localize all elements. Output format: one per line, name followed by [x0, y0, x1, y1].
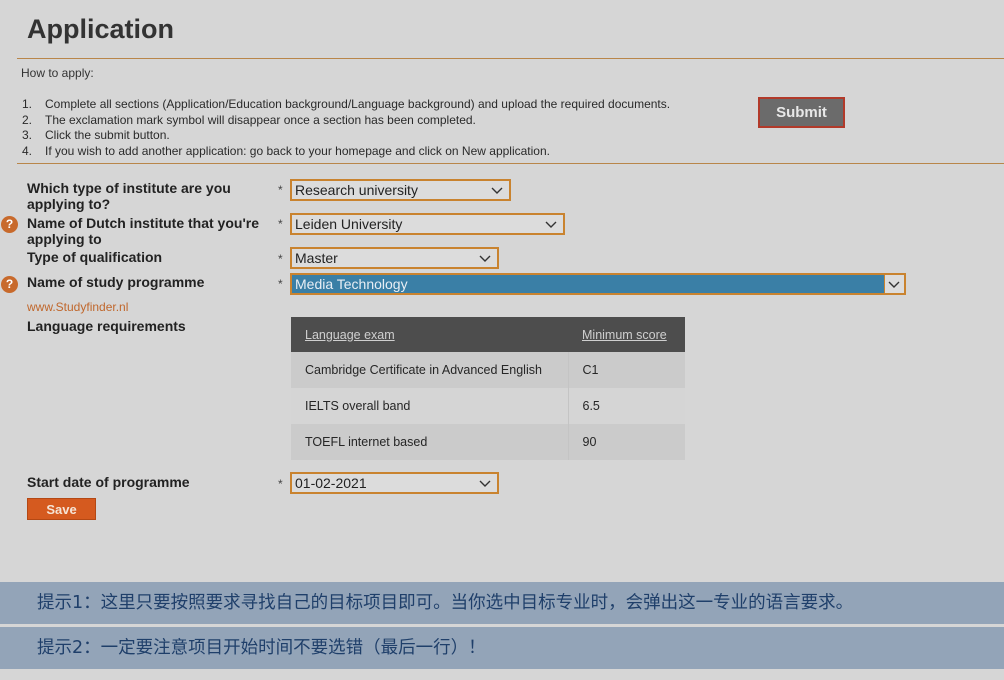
selected-value: Research university — [295, 182, 418, 198]
institute-type-select[interactable]: Research university — [290, 179, 511, 201]
dutch-institute-label: Name of Dutch institute that you're appl… — [27, 215, 259, 247]
step-text: Click the submit button. — [45, 128, 170, 142]
language-requirements-label: Language requirements — [27, 318, 186, 334]
language-requirements-table: Language exam Minimum score Cambridge Ce… — [291, 317, 685, 460]
table-cell: Cambridge Certificate in Advanced Englis… — [291, 352, 569, 388]
step-number: 2. — [22, 112, 33, 127]
table-row: TOEFL internet based 90 — [291, 424, 685, 460]
table-row: IELTS overall band 6.5 — [291, 388, 685, 424]
study-programme-select[interactable]: Media Technology — [290, 273, 906, 295]
chevron-down-icon — [545, 221, 557, 228]
selected-value: Master — [295, 250, 338, 266]
required-asterisk: * — [278, 183, 283, 197]
divider — [17, 58, 1004, 59]
required-asterisk: * — [278, 277, 283, 291]
selected-value: Media Technology — [295, 276, 408, 292]
qualification-select[interactable]: Master — [290, 247, 499, 269]
study-programme-label: Name of study programme — [27, 274, 205, 290]
submit-button[interactable]: Submit — [758, 97, 845, 128]
table-cell: IELTS overall band — [291, 388, 569, 424]
step-number: 1. — [22, 97, 33, 111]
start-date-select[interactable]: 01-02-2021 — [290, 472, 499, 494]
table-header-row: Language exam Minimum score — [291, 317, 685, 352]
step-text: If you wish to add another application: … — [45, 143, 550, 158]
chevron-down-icon — [479, 255, 491, 262]
help-icon[interactable]: ? — [1, 216, 18, 233]
label-line: applying to? — [27, 196, 111, 212]
how-to-apply-title: How to apply: — [21, 66, 94, 80]
institute-type-label: Which type of institute are you applying… — [27, 180, 231, 212]
instruction-step: 1. Complete all sections (Application/Ed… — [22, 97, 670, 113]
chevron-down-icon — [491, 187, 503, 194]
step-number: 4. — [22, 143, 33, 158]
column-header-language-exam[interactable]: Language exam — [291, 317, 568, 352]
required-asterisk: * — [278, 217, 283, 231]
instruction-step: 4. If you wish to add another applicatio… — [22, 144, 670, 160]
selected-value: 01-02-2021 — [295, 475, 367, 491]
table-cell: TOEFL internet based — [291, 424, 569, 460]
label-line: applying to — [27, 231, 102, 247]
hint-banner: 提示2：一定要注意项目开始时间不要选错（最后一行）！ — [0, 627, 1004, 669]
label-line: Name of Dutch institute that you're — [27, 215, 260, 231]
divider — [17, 163, 1004, 164]
label-line: Which type of institute are you — [27, 180, 231, 196]
hint-banner: 提示1：这里只要按照要求寻找自己的目标项目即可。当你选中目标专业时，会弹出这一专… — [0, 582, 1004, 624]
start-date-label: Start date of programme — [27, 474, 190, 490]
table-row: Cambridge Certificate in Advanced Englis… — [291, 352, 685, 388]
table-cell: 6.5 — [568, 388, 685, 424]
studyfinder-link[interactable]: www.Studyfinder.nl — [27, 300, 128, 314]
instruction-step: 2. The exclamation mark symbol will disa… — [22, 113, 670, 129]
required-asterisk: * — [278, 252, 283, 266]
help-icon[interactable]: ? — [1, 276, 18, 293]
step-text: Complete all sections (Application/Educa… — [45, 97, 671, 111]
chevron-down-icon — [888, 281, 900, 288]
table-cell: 90 — [568, 424, 685, 460]
instruction-steps: 1. Complete all sections (Application/Ed… — [22, 97, 670, 159]
table-cell: C1 — [568, 352, 685, 388]
step-number: 3. — [22, 128, 33, 142]
dutch-institute-select[interactable]: Leiden University — [290, 213, 565, 235]
instruction-step: 3. Click the submit button. — [22, 128, 670, 144]
step-text: The exclamation mark symbol will disappe… — [45, 112, 476, 127]
page-title: Application — [27, 14, 174, 44]
chevron-down-icon — [479, 480, 491, 487]
required-asterisk: * — [278, 477, 283, 491]
selected-value: Leiden University — [295, 216, 403, 232]
column-header-minimum-score[interactable]: Minimum score — [568, 317, 685, 352]
save-button[interactable]: Save — [27, 498, 96, 520]
qualification-label: Type of qualification — [27, 249, 163, 265]
